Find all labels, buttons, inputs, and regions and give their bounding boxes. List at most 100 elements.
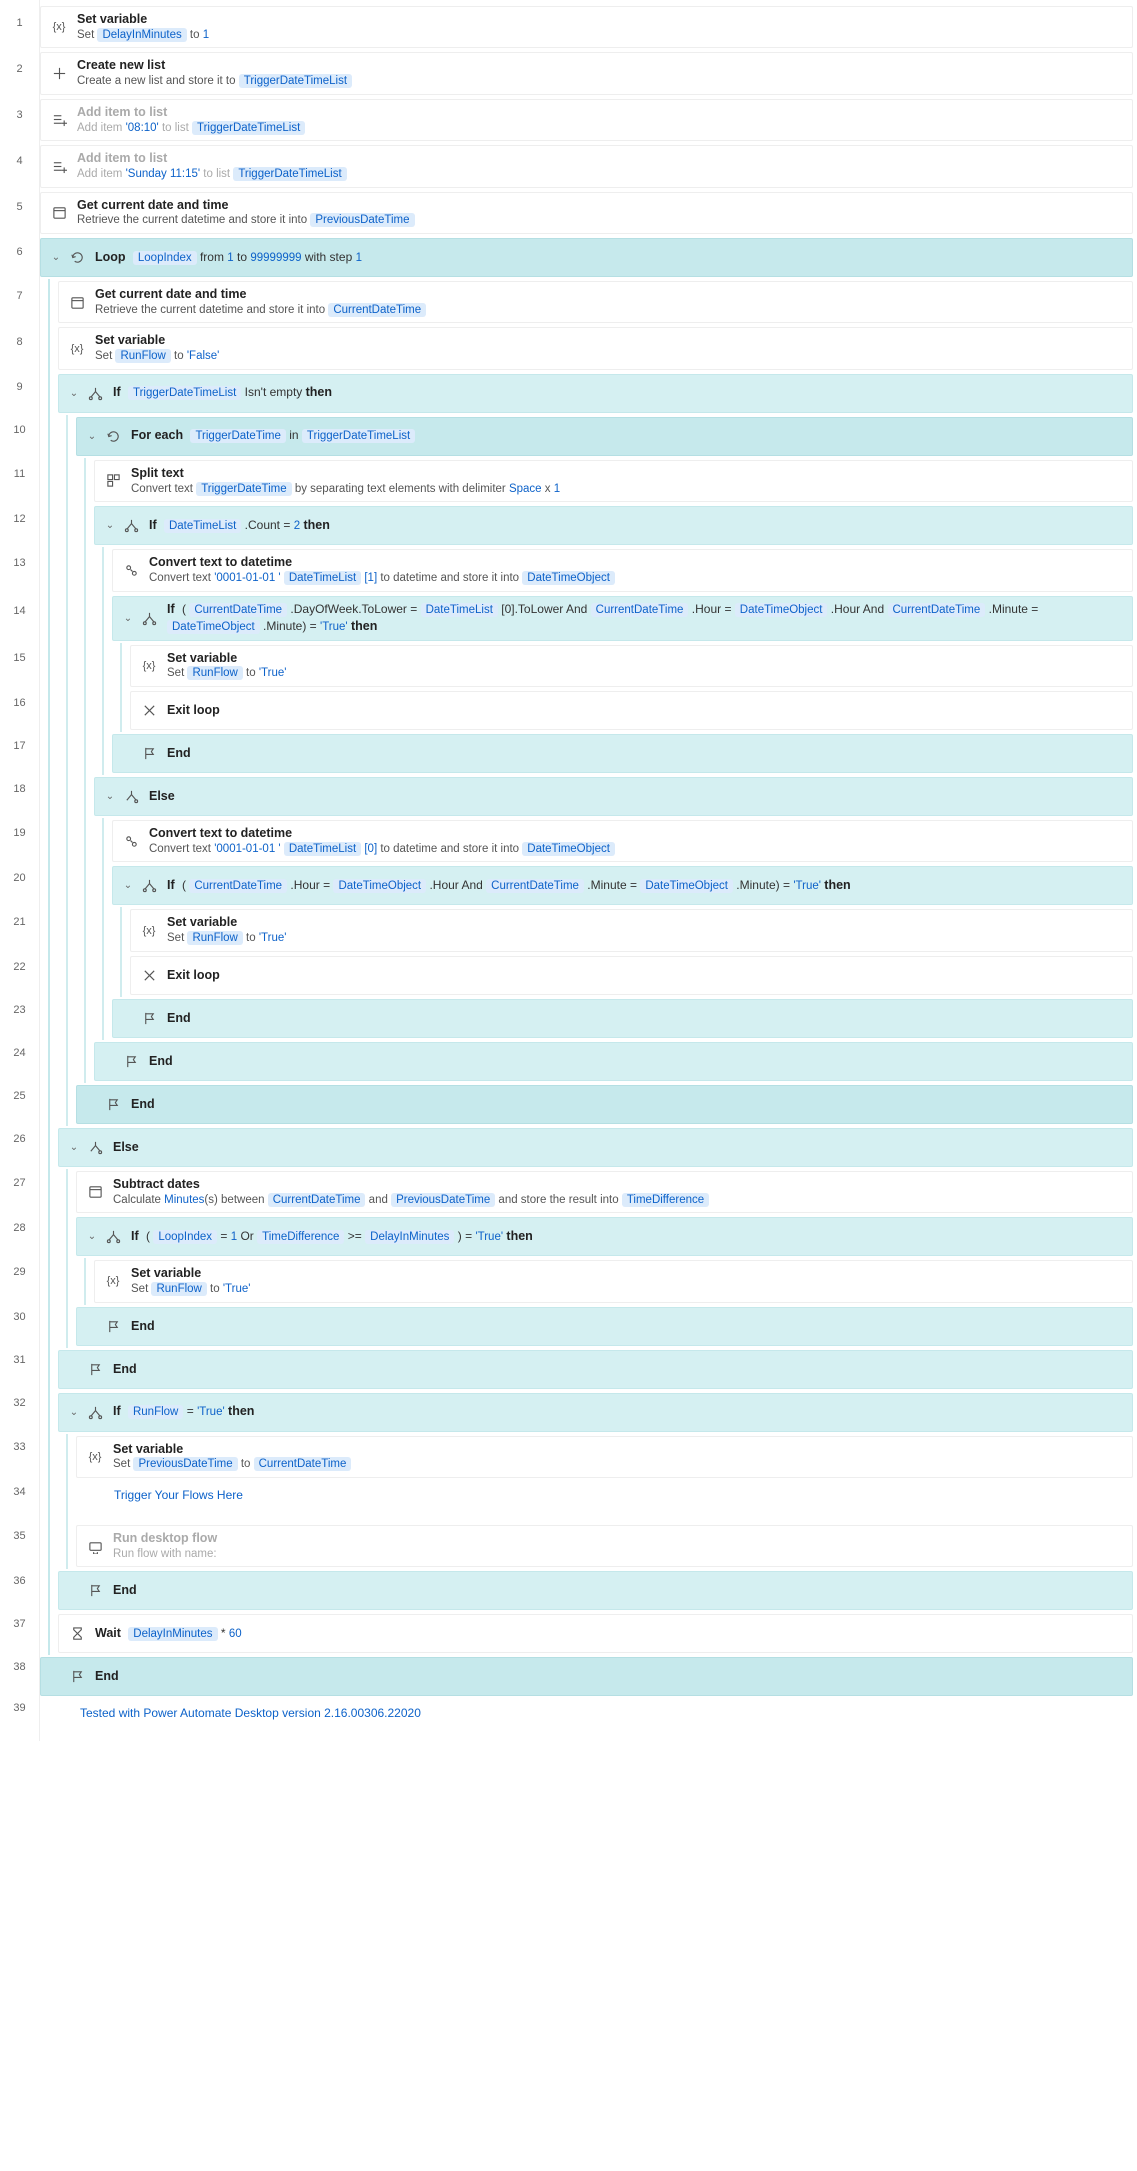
action-row[interactable]: End [40, 732, 1137, 775]
variable-pill[interactable]: CurrentDateTime [888, 603, 986, 617]
action-row[interactable]: ⌄Else [40, 775, 1137, 818]
action-row[interactable]: Add item to listAdd item '08:10' to list… [40, 97, 1137, 143]
action-row[interactable]: End [40, 1305, 1137, 1348]
action-card[interactable]: {x}Set variableSet DelayInMinutes to 1 [40, 6, 1133, 48]
variable-pill[interactable]: DelayInMinutes [365, 1230, 454, 1244]
variable-pill[interactable]: TriggerDateTimeList [128, 386, 241, 400]
variable-pill[interactable]: DateTimeObject [735, 603, 828, 617]
variable-pill[interactable]: DateTimeObject [522, 842, 615, 856]
variable-pill[interactable]: LoopIndex [153, 1230, 217, 1244]
chevron-down-icon[interactable]: ⌄ [67, 1142, 81, 1153]
action-row[interactable]: Get current date and timeRetrieve the cu… [40, 279, 1137, 325]
variable-pill[interactable]: TriggerDateTime [190, 429, 285, 443]
variable-pill[interactable]: RunFlow [187, 666, 242, 680]
block-header[interactable]: ⌄Else [58, 1128, 1133, 1167]
action-card[interactable]: Convert text to datetimeConvert text '00… [112, 549, 1133, 591]
action-row[interactable]: ⌄For each TriggerDateTime in TriggerDate… [40, 415, 1137, 458]
action-card[interactable]: {x}Set variableSet RunFlow to 'True' [94, 1260, 1133, 1302]
block-header[interactable]: ⌄If DateTimeList .Count = 2 then [94, 506, 1133, 545]
action-row[interactable]: ⌄If ( CurrentDateTime .Hour = DateTimeOb… [40, 864, 1137, 907]
action-row[interactable]: {x}Set variableSet PreviousDateTime to C… [40, 1434, 1137, 1480]
variable-pill[interactable]: LoopIndex [133, 251, 197, 265]
action-row[interactable]: Split textConvert text TriggerDateTime b… [40, 458, 1137, 504]
block-header[interactable]: ⌄If ( CurrentDateTime .DayOfWeek.ToLower… [112, 596, 1133, 641]
variable-pill[interactable]: CurrentDateTime [591, 603, 689, 617]
action-row[interactable]: ⌄If RunFlow = 'True' then [40, 1391, 1137, 1434]
chevron-down-icon[interactable]: ⌄ [121, 880, 135, 891]
action-row[interactable]: {x}Set variableSet RunFlow to 'False' [40, 325, 1137, 371]
variable-pill[interactable]: CurrentDateTime [486, 879, 584, 893]
action-row[interactable]: ⌄If TriggerDateTimeList Isn't empty then [40, 372, 1137, 415]
action-card[interactable]: Run desktop flowRun flow with name: [76, 1525, 1133, 1567]
variable-pill[interactable]: RunFlow [187, 931, 242, 945]
block-header[interactable]: End [58, 1350, 1133, 1389]
variable-pill[interactable]: DateTimeList [164, 519, 241, 533]
action-row[interactable]: Wait DelayInMinutes * 60 [40, 1612, 1137, 1655]
variable-pill[interactable]: TriggerDateTimeList [302, 429, 415, 443]
action-row[interactable]: {x}Set variableSet RunFlow to 'True' [40, 1258, 1137, 1304]
block-header[interactable]: End [112, 999, 1133, 1038]
variable-pill[interactable]: RunFlow [128, 1405, 183, 1419]
block-header[interactable]: End [58, 1571, 1133, 1610]
block-header[interactable]: ⌄For each TriggerDateTime in TriggerDate… [76, 417, 1133, 456]
action-row[interactable]: Trigger Your Flows Here [40, 1480, 1137, 1523]
variable-pill[interactable]: PreviousDateTime [133, 1457, 237, 1471]
chevron-down-icon[interactable]: ⌄ [67, 1407, 81, 1418]
action-row[interactable]: End [40, 1040, 1137, 1083]
block-header[interactable]: End [76, 1085, 1133, 1124]
chevron-down-icon[interactable]: ⌄ [85, 1231, 99, 1242]
action-row[interactable]: Run desktop flowRun flow with name: [40, 1523, 1137, 1569]
action-card[interactable]: Exit loop [130, 691, 1133, 730]
block-header[interactable]: End [40, 1657, 1133, 1696]
variable-pill[interactable]: DateTimeList [421, 603, 498, 617]
action-card[interactable]: Create new listCreate a new list and sto… [40, 52, 1133, 94]
action-row[interactable]: ⌄If DateTimeList .Count = 2 then [40, 504, 1137, 547]
action-row[interactable]: Exit loop [40, 689, 1137, 732]
variable-pill[interactable]: CurrentDateTime [189, 879, 287, 893]
action-card[interactable]: Add item to listAdd item 'Sunday 11:15' … [40, 145, 1133, 187]
variable-pill[interactable]: TimeDifference [257, 1230, 344, 1244]
chevron-down-icon[interactable]: ⌄ [121, 613, 135, 624]
chevron-down-icon[interactable]: ⌄ [103, 520, 117, 531]
variable-pill[interactable]: TriggerDateTimeList [233, 167, 346, 181]
action-card[interactable]: {x}Set variableSet RunFlow to 'False' [58, 327, 1133, 369]
block-header[interactable]: End [94, 1042, 1133, 1081]
block-header[interactable]: ⌄Else [94, 777, 1133, 816]
action-card[interactable]: Exit loop [130, 956, 1133, 995]
action-row[interactable]: ⌄If ( LoopIndex = 1 Or TimeDifference >=… [40, 1215, 1137, 1258]
variable-pill[interactable]: CurrentDateTime [254, 1457, 352, 1471]
action-row[interactable]: ⌄Else [40, 1126, 1137, 1169]
action-row[interactable]: {x}Set variableSet RunFlow to 'True' [40, 643, 1137, 689]
action-row[interactable]: End [40, 1348, 1137, 1391]
variable-pill[interactable]: CurrentDateTime [268, 1193, 366, 1207]
action-card[interactable]: Add item to listAdd item '08:10' to list… [40, 99, 1133, 141]
variable-pill[interactable]: DelayInMinutes [128, 1627, 217, 1641]
block-header[interactable]: ⌄If ( LoopIndex = 1 Or TimeDifference >=… [76, 1217, 1133, 1256]
action-row[interactable]: End [40, 997, 1137, 1040]
block-header[interactable]: ⌄If RunFlow = 'True' then [58, 1393, 1133, 1432]
chevron-down-icon[interactable]: ⌄ [85, 431, 99, 442]
action-card[interactable]: {x}Set variableSet RunFlow to 'True' [130, 909, 1133, 951]
action-card[interactable]: Subtract datesCalculate Minutes(s) betwe… [76, 1171, 1133, 1213]
block-header[interactable]: ⌄If TriggerDateTimeList Isn't empty then [58, 374, 1133, 413]
action-row[interactable]: Subtract datesCalculate Minutes(s) betwe… [40, 1169, 1137, 1215]
variable-pill[interactable]: DateTimeList [284, 842, 361, 856]
variable-pill[interactable]: DateTimeObject [522, 571, 615, 585]
variable-pill[interactable]: RunFlow [115, 349, 170, 363]
action-card[interactable]: Split textConvert text TriggerDateTime b… [94, 460, 1133, 502]
block-header[interactable]: End [76, 1307, 1133, 1346]
action-card[interactable]: Get current date and timeRetrieve the cu… [58, 281, 1133, 323]
action-row[interactable]: Get current date and timeRetrieve the cu… [40, 190, 1137, 236]
chevron-down-icon[interactable]: ⌄ [103, 791, 117, 802]
variable-pill[interactable]: PreviousDateTime [391, 1193, 495, 1207]
variable-pill[interactable]: TimeDifference [622, 1193, 709, 1207]
action-row[interactable]: ⌄Loop LoopIndex from 1 to 99999999 with … [40, 236, 1137, 279]
action-row[interactable]: Tested with Power Automate Desktop versi… [40, 1698, 1137, 1741]
action-row[interactable]: ⌄If ( CurrentDateTime .DayOfWeek.ToLower… [40, 594, 1137, 643]
action-row[interactable]: Convert text to datetimeConvert text '00… [40, 818, 1137, 864]
action-card[interactable]: Get current date and timeRetrieve the cu… [40, 192, 1133, 234]
block-header[interactable]: ⌄If ( CurrentDateTime .Hour = DateTimeOb… [112, 866, 1133, 905]
action-row[interactable]: Convert text to datetimeConvert text '00… [40, 547, 1137, 593]
block-header[interactable]: End [112, 734, 1133, 773]
variable-pill[interactable]: CurrentDateTime [328, 303, 426, 317]
